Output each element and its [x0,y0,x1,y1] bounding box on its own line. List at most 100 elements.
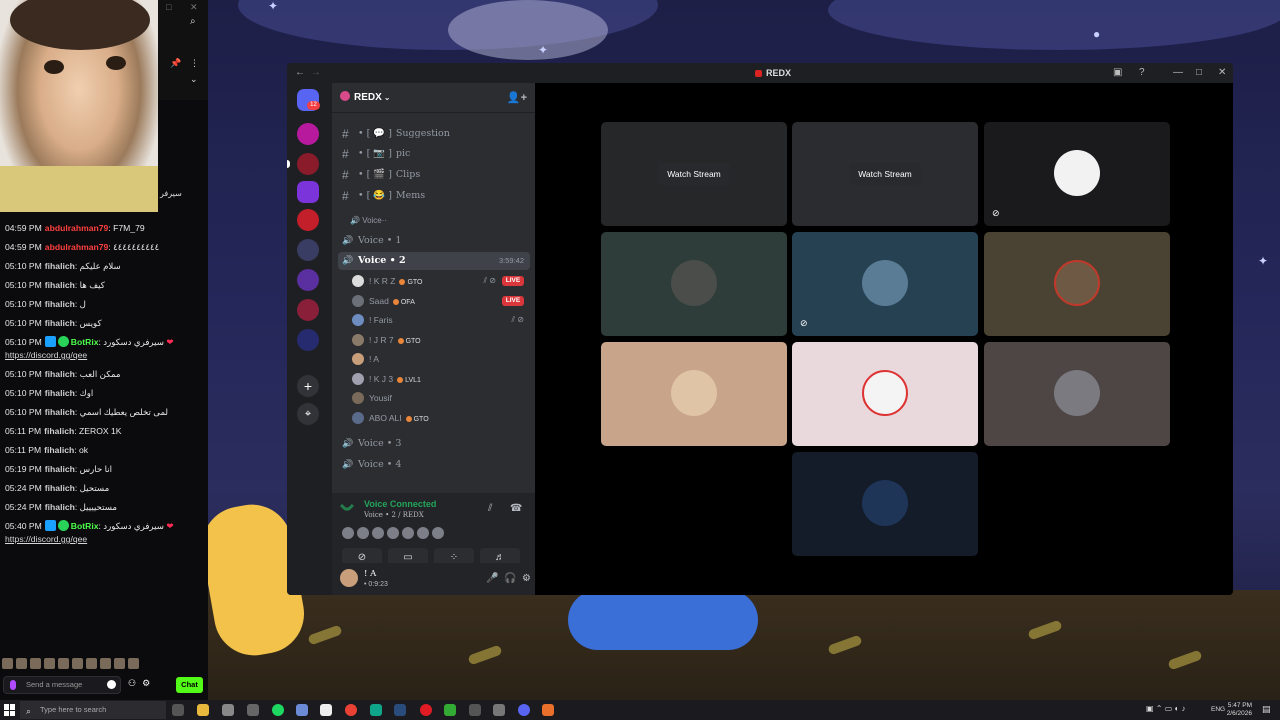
chat-username[interactable]: fihalich [45,388,75,398]
server-icon[interactable] [297,209,319,231]
participant-tile[interactable] [601,342,787,446]
task-view-icon[interactable] [172,704,184,716]
stream-tile[interactable]: Watch Stream [601,122,787,226]
emote-icon[interactable] [2,658,13,669]
live-badge[interactable]: LIVE [502,295,524,306]
chat-send-button[interactable]: Chat [176,677,203,693]
taskbar-search[interactable]: ⌕ Type here to search [20,701,166,719]
avatar[interactable] [432,527,444,539]
app-icon[interactable] [296,704,308,716]
disconnect-icon[interactable]: ☎ [510,503,522,514]
chat-username[interactable]: fihalich [45,464,75,474]
text-channel[interactable]: # • [ 📷 ] pic [338,145,530,163]
watch-stream-button[interactable]: Watch Stream [849,163,921,185]
participant-tile[interactable]: ⊘ [984,122,1170,226]
server-icon[interactable] [297,123,319,145]
add-server-icon[interactable]: + [297,375,319,397]
watch-stream-button[interactable]: Watch Stream [658,163,730,185]
app-icon[interactable] [222,704,234,716]
emote-icon[interactable] [86,658,97,669]
text-channel[interactable]: # • [ 🎬 ] Clips [338,166,530,184]
server-icon[interactable] [297,269,319,291]
text-channel[interactable]: # • [ 😂 ] Mems [338,187,530,205]
emote-icon[interactable] [114,658,125,669]
voice-member[interactable]: ! Faris ⫽ ⊘ [352,311,530,329]
chat-username[interactable]: fihalich [45,280,75,290]
discord-icon[interactable] [518,704,530,716]
maximize-button[interactable]: □ [1196,67,1202,78]
participant-tile[interactable] [601,232,787,336]
app-icon[interactable] [493,704,505,716]
file-explorer-icon[interactable] [197,704,209,716]
avatar[interactable] [372,527,384,539]
close-icon[interactable]: ✕ [190,2,198,13]
chat-username[interactable]: BotRix [71,521,99,531]
app-icon[interactable] [469,704,481,716]
voice-category[interactable]: 🔊 Voice·· [338,214,530,228]
invite-people-icon[interactable]: 👤+ [507,91,527,104]
chat-username[interactable]: fihalich [45,407,75,417]
chat-username[interactable]: BotRix [71,337,99,347]
avatar[interactable] [402,527,414,539]
system-tray-icons[interactable]: ▣ ⌃ ▭ ◐ ♪ [1146,704,1186,713]
notifications-icon[interactable]: ▤ [1262,704,1271,715]
chat-username[interactable]: abdulrahman79 [45,223,109,233]
chevron-down-icon[interactable]: ⌄ [190,74,198,85]
text-channel[interactable]: # • [ 💬 ] Suggestion [338,125,530,143]
emote-icon[interactable] [72,658,83,669]
emote-icon[interactable] [58,658,69,669]
live-badge[interactable]: LIVE [502,276,524,286]
chat-username[interactable]: fihalich [45,261,75,271]
help-icon[interactable]: ? [1139,67,1145,78]
avatar[interactable] [342,527,354,539]
chat-link[interactable]: https://discord.gg/qee [5,534,87,544]
voice-member[interactable]: Yousif [352,389,530,407]
clock[interactable]: 5:47 PM 2/6/2026 [1227,702,1252,718]
minimize-button[interactable]: — [1173,67,1183,78]
gear-icon[interactable]: ⚙ [142,678,150,689]
voice-channel[interactable]: 🔊 Voice • 4 [338,456,530,474]
server-icon[interactable] [297,181,319,203]
chrome-icon[interactable] [345,704,357,716]
emote-icon[interactable] [30,658,41,669]
stream-tile[interactable]: Watch Stream [792,122,978,226]
notepad-icon[interactable] [320,704,332,716]
chat-username[interactable]: fihalich [44,445,74,455]
signal-icon[interactable] [339,498,355,514]
avatar[interactable] [387,527,399,539]
server-icon[interactable] [297,329,319,351]
language-indicator[interactable]: ENG [1211,706,1225,713]
chat-username[interactable]: fihalich [45,502,75,512]
minimize-icon[interactable]: □ [166,2,171,12]
forward-arrow-icon[interactable]: → [311,67,321,78]
participant-tile[interactable]: ⊘ [792,232,978,336]
more-icon[interactable]: ⋮ [190,58,199,69]
microphone-icon[interactable]: 🎤 [486,573,498,584]
explore-icon[interactable]: ⌖ [297,403,319,425]
close-button[interactable]: ✕ [1218,67,1226,78]
pin-icon[interactable]: 📌 [170,58,181,69]
participant-tile[interactable] [792,342,978,446]
chat-username[interactable]: fihalich [44,426,74,436]
mic-icon[interactable] [10,680,16,690]
participant-tile[interactable] [984,342,1170,446]
voice-member[interactable]: ! K R Z GTO LIVE ⫽ ⊘ [352,272,530,290]
voice-connected-label[interactable]: Voice Connected [364,499,436,509]
chat-username[interactable]: abdulrahman79 [45,242,109,252]
avatar[interactable] [357,527,369,539]
spotify-icon[interactable] [272,704,284,716]
emote-icon[interactable] [16,658,27,669]
nvidia-icon[interactable] [444,704,456,716]
avatar[interactable] [417,527,429,539]
user-name[interactable]: ! A [364,569,376,579]
server-icon[interactable] [297,153,319,175]
chat-username[interactable]: fihalich [45,299,75,309]
emote-bar[interactable] [2,658,152,672]
emote-icon[interactable] [128,658,139,669]
emote-icon[interactable] [44,658,55,669]
chat-username[interactable]: fihalich [45,318,75,328]
server-header[interactable]: REDX ⌄ 👤+ [332,83,535,113]
voice-channel[interactable]: 🔊 Voice • 1 [338,232,530,250]
participant-tile[interactable] [792,452,978,556]
chat-link[interactable]: https://discord.gg/qee [5,350,87,360]
